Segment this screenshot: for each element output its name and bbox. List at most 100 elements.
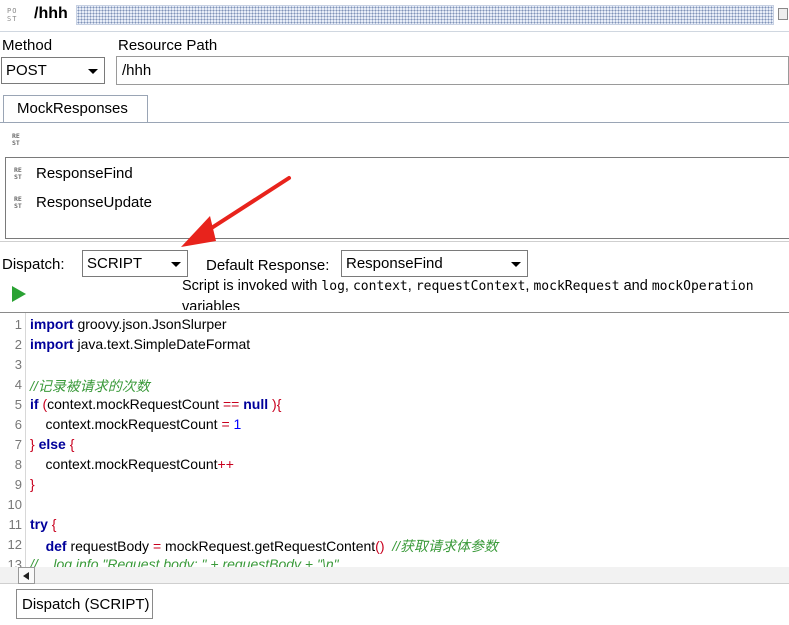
line-number: 5 bbox=[14, 397, 22, 412]
resource-path-value: /hhh bbox=[122, 62, 152, 79]
line-number: 8 bbox=[14, 457, 22, 472]
code-operator: } bbox=[30, 476, 35, 492]
script-help-text: Script is invoked with log, context, req… bbox=[182, 276, 789, 310]
code-line: 9 } bbox=[0, 474, 789, 494]
code-operator: == bbox=[223, 396, 240, 412]
section-divider bbox=[0, 241, 789, 242]
run-script-icon[interactable] bbox=[12, 286, 26, 302]
help-var: context bbox=[352, 279, 408, 294]
help-text: Script is invoked with bbox=[182, 278, 322, 294]
code-operator: { bbox=[47, 516, 57, 532]
line-number: 4 bbox=[14, 377, 22, 392]
dispatch-select[interactable]: SCRIPT bbox=[82, 250, 188, 277]
help-text: , bbox=[344, 278, 353, 294]
code-line: 10 bbox=[0, 494, 789, 514]
dispatch-script-tab-button[interactable]: Dispatch (SCRIPT) bbox=[16, 589, 153, 619]
chevron-down-icon bbox=[88, 69, 98, 74]
code-operator: ){ bbox=[268, 396, 282, 412]
dispatch-label: Dispatch: bbox=[2, 256, 65, 273]
code-text: context.mockRequestCount bbox=[30, 416, 222, 432]
code-comment: //获取请求体参数 bbox=[384, 538, 499, 554]
line-number: 3 bbox=[14, 357, 22, 372]
tab-label: MockResponses bbox=[17, 100, 128, 117]
title-bar-drag-area[interactable] bbox=[76, 5, 774, 25]
code-line: 2 import java.text.SimpleDateFormat bbox=[0, 334, 789, 354]
default-response-select[interactable]: ResponseFind bbox=[341, 250, 528, 277]
mock-responses-list: RE ST ResponseFind RE ST ResponseUpdate bbox=[5, 157, 789, 239]
dispatch-script-tab-label: Dispatch (SCRIPT) bbox=[22, 596, 150, 613]
rest-icon: RE ST bbox=[14, 166, 22, 181]
response-name: ResponseUpdate bbox=[36, 194, 152, 211]
title-bar: PO ST /hhh bbox=[0, 0, 789, 32]
code-line: 7 } else { bbox=[0, 434, 789, 454]
code-line: 13 // log.info "Request body: " + reques… bbox=[0, 554, 789, 567]
code-line: 6 context.mockRequestCount = 1 bbox=[0, 414, 789, 434]
code-operator: = bbox=[152, 538, 162, 554]
script-editor[interactable]: 1 import groovy.json.JsonSlurper 2 impor… bbox=[0, 312, 789, 568]
line-number: 6 bbox=[14, 417, 22, 432]
code-keyword: if bbox=[30, 396, 39, 412]
resource-path-label: Resource Path bbox=[118, 37, 218, 54]
code-operator: = bbox=[221, 416, 230, 432]
code-operator: ( bbox=[38, 396, 48, 412]
chevron-down-icon bbox=[171, 262, 181, 267]
window-restore-button[interactable] bbox=[778, 8, 788, 20]
line-number: 2 bbox=[14, 337, 22, 352]
help-var: requestContext bbox=[415, 279, 526, 294]
code-keyword: import bbox=[30, 316, 74, 332]
code-text: context.mockRequestCount bbox=[30, 456, 218, 472]
post-method-icon: PO ST bbox=[7, 7, 18, 23]
line-number: 7 bbox=[14, 437, 22, 452]
rest-icon: RE ST bbox=[14, 195, 22, 210]
help-var: log bbox=[321, 279, 345, 294]
resource-path-input[interactable]: /hhh bbox=[116, 56, 789, 85]
tab-mockresponses[interactable]: MockResponses bbox=[3, 95, 148, 123]
code-line: 4 //记录被请求的次数 bbox=[0, 374, 789, 394]
code-keyword: import bbox=[30, 336, 74, 352]
code-keyword: else bbox=[38, 436, 66, 452]
chevron-left-icon bbox=[23, 572, 29, 580]
scroll-left-button[interactable] bbox=[18, 567, 35, 584]
line-number: 10 bbox=[7, 497, 22, 512]
line-number: 1 bbox=[14, 317, 22, 332]
editor-horizontal-scrollbar[interactable] bbox=[0, 567, 789, 584]
help-text: and bbox=[619, 278, 652, 294]
code-line: 11 try { bbox=[0, 514, 789, 534]
code-line: 12 def requestBody = mockRequest.getRequ… bbox=[0, 534, 789, 554]
line-number: 11 bbox=[8, 517, 23, 532]
line-number: 9 bbox=[14, 477, 22, 492]
code-keyword: try bbox=[30, 516, 48, 532]
code-text: groovy.json.JsonSlurper bbox=[73, 316, 227, 332]
method-select-value: POST bbox=[6, 62, 47, 79]
code-line: 1 import groovy.json.JsonSlurper bbox=[0, 314, 789, 334]
code-number: 1 bbox=[229, 416, 242, 432]
line-number: 12 bbox=[7, 537, 22, 552]
dispatch-select-value: SCRIPT bbox=[87, 255, 143, 272]
new-mock-response-icon[interactable]: RE ST bbox=[12, 133, 26, 147]
code-comment: //记录被请求的次数 bbox=[30, 378, 150, 394]
list-item[interactable]: RE ST ResponseFind bbox=[6, 161, 506, 187]
code-keyword: def bbox=[45, 538, 67, 554]
code-keyword: null bbox=[243, 396, 269, 412]
method-label: Method bbox=[2, 37, 53, 54]
help-var: mockOperation bbox=[651, 279, 754, 294]
chevron-down-icon bbox=[511, 262, 521, 267]
default-response-label: Default Response: bbox=[206, 257, 330, 274]
list-item[interactable]: RE ST ResponseUpdate bbox=[6, 190, 506, 216]
code-text: mockRequest.getRequestContent bbox=[161, 538, 376, 554]
default-response-value: ResponseFind bbox=[346, 255, 443, 272]
window-title: /hhh bbox=[34, 5, 68, 22]
code-operator: { bbox=[65, 436, 75, 452]
help-text: variables bbox=[182, 299, 241, 310]
code-text: context.mockRequestCount bbox=[47, 396, 223, 412]
response-name: ResponseFind bbox=[36, 165, 133, 182]
method-select[interactable]: POST bbox=[1, 57, 105, 84]
code-text: requestBody bbox=[66, 538, 153, 554]
code-line: 5 if (context.mockRequestCount == null )… bbox=[0, 394, 789, 414]
tab-underline bbox=[0, 122, 789, 123]
code-operator: ++ bbox=[217, 456, 234, 472]
code-text: java.text.SimpleDateFormat bbox=[73, 336, 251, 352]
code-operator: } bbox=[30, 436, 39, 452]
code-line: 3 bbox=[0, 354, 789, 374]
